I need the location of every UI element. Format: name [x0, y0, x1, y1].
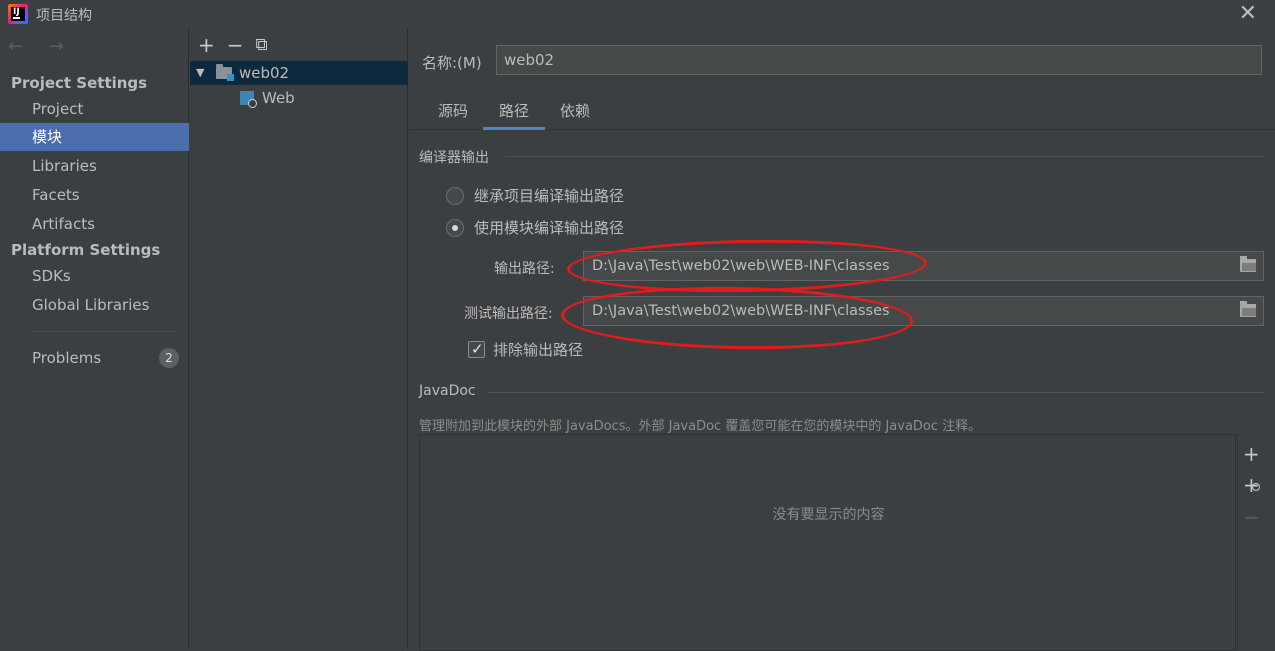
tab-sources[interactable]: 源码: [427, 92, 479, 130]
test-output-path-field[interactable]: D:\Java\Test\web02\web\WEB-INF\classes: [583, 296, 1264, 326]
javadoc-list[interactable]: 没有要显示的内容: [419, 434, 1236, 651]
add-module-icon[interactable]: +: [198, 32, 215, 58]
radio-unchecked[interactable]: [446, 187, 464, 205]
platform-settings-heading: Platform Settings: [11, 241, 161, 259]
remove-javadoc-icon[interactable]: −: [1243, 507, 1260, 527]
sidebar-item-libraries[interactable]: Libraries: [0, 152, 189, 180]
test-output-path-label: 测试输出路径:: [464, 306, 553, 322]
module-tabs: 源码 路径 依赖: [409, 92, 1275, 130]
exclude-output-checkbox[interactable]: ✓: [468, 340, 485, 358]
remove-module-icon[interactable]: −: [227, 32, 244, 58]
module-settings: 名称:(M) web02 源码 路径 依赖 编译器输出 继承项目编译输出路径 使…: [409, 28, 1275, 651]
module-name: web02: [239, 64, 290, 82]
tab-paths[interactable]: 路径: [483, 92, 545, 130]
close-icon[interactable]: ✕: [1239, 1, 1257, 26]
inherit-output-label: 继承项目编译输出路径: [474, 187, 625, 205]
sidebar-item-facets[interactable]: Facets: [0, 181, 189, 209]
group-divider: [487, 392, 1265, 393]
sidebar-item-problems[interactable]: Problems 2: [0, 344, 189, 372]
sidebar-divider: [32, 331, 177, 332]
tree-item-module[interactable]: ▼ web02: [190, 61, 408, 85]
settings-sidebar: ← → Project Settings Project 模块 Librarie…: [0, 28, 189, 649]
sidebar-item-modules[interactable]: 模块: [0, 123, 189, 151]
javadoc-heading: JavaDoc: [419, 383, 476, 399]
sidebar-item-project[interactable]: Project: [0, 95, 189, 123]
browse-folder-icon[interactable]: [1240, 301, 1256, 317]
facet-name: Web: [262, 89, 295, 107]
empty-list-text: 没有要显示的内容: [772, 507, 885, 523]
sidebar-item-sdks[interactable]: SDKs: [0, 262, 189, 290]
javadoc-description: 管理附加到此模块的外部 JavaDocs。外部 JavaDoc 覆盖您可能在您的…: [419, 419, 982, 434]
web-facet-icon: [240, 91, 257, 108]
tree-toolbar: + − ⧉: [198, 32, 268, 58]
window-title: 项目结构: [36, 8, 92, 24]
use-module-output-label: 使用模块编译输出路径: [474, 219, 625, 237]
radio-checked[interactable]: [446, 219, 464, 237]
output-path-label: 输出路径:: [494, 261, 555, 277]
module-folder-icon: [216, 64, 234, 81]
browse-folder-icon[interactable]: [1240, 256, 1256, 272]
sidebar-item-global-libraries[interactable]: Global Libraries: [0, 291, 189, 319]
back-forward-arrows-icon[interactable]: ← →: [8, 36, 74, 57]
intellij-logo-icon: IJ: [8, 4, 28, 24]
group-divider: [505, 156, 1265, 157]
copy-module-icon[interactable]: ⧉: [256, 32, 268, 58]
module-tree-panel: + − ⧉ ▼ web02 Web: [190, 28, 408, 649]
test-output-path-value: D:\Java\Test\web02\web\WEB-INF\classes: [592, 303, 890, 319]
problems-label: Problems: [32, 349, 102, 367]
tab-dependencies[interactable]: 依赖: [549, 92, 601, 130]
sidebar-item-artifacts[interactable]: Artifacts: [0, 210, 189, 238]
problems-count-badge: 2: [159, 348, 179, 368]
expand-arrow-icon[interactable]: ▼: [196, 61, 204, 85]
output-path-field[interactable]: D:\Java\Test\web02\web\WEB-INF\classes: [583, 251, 1264, 281]
tree-item-web-facet[interactable]: Web: [190, 86, 408, 110]
title-bar: IJ 项目结构 ✕: [0, 0, 1275, 28]
name-label: 名称:(M): [422, 54, 482, 72]
module-name-input[interactable]: web02: [496, 45, 1262, 75]
compiler-output-heading: 编译器输出: [419, 150, 489, 166]
add-javadoc-url-icon[interactable]: +: [1243, 475, 1260, 495]
output-path-value: D:\Java\Test\web02\web\WEB-INF\classes: [592, 258, 890, 274]
exclude-output-label: 排除输出路径: [493, 341, 584, 359]
add-javadoc-icon[interactable]: +: [1243, 444, 1260, 464]
check-icon: ✓: [471, 340, 484, 358]
paths-tab-content: 编译器输出 继承项目编译输出路径 使用模块编译输出路径 输出路径: D:\Jav…: [409, 130, 1275, 651]
project-settings-heading: Project Settings: [11, 74, 148, 92]
javadoc-toolbar: + + −: [1237, 434, 1265, 651]
